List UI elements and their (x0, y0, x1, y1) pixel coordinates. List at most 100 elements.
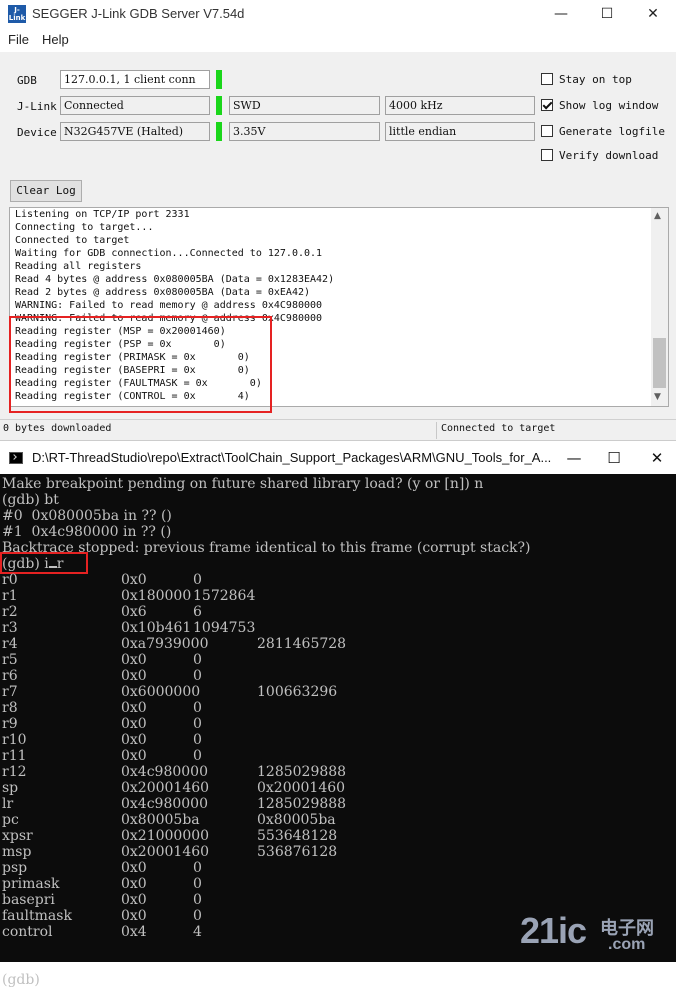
register-natural-value: 4 (193, 924, 202, 940)
watermark-big: 21ic (520, 910, 587, 951)
jlink-label: J-Link (17, 100, 57, 113)
generate-logfile-checkbox[interactable] (541, 125, 553, 137)
register-name: r10 (2, 732, 27, 748)
terminal-output[interactable]: Make breakpoint pending on future shared… (0, 474, 676, 988)
console-minimize-button[interactable]: — (554, 444, 594, 472)
jlink-app-icon: J-Link GDB (8, 5, 26, 30)
show-log-window-checkbox[interactable] (541, 99, 553, 111)
gdb-client-field: 127.0.0.1, 1 client conn (60, 70, 210, 89)
title-bar: J-Link GDB SEGGER J-Link GDB Server V7.5… (0, 0, 676, 30)
register-natural-value: 0 (193, 892, 202, 908)
register-hex-value: 0x0 (121, 908, 147, 924)
register-natural-value: 0 (193, 908, 202, 924)
register-name: sp (2, 780, 19, 796)
maximize-button[interactable]: ☐ (584, 0, 630, 28)
jlink-status-led (216, 96, 222, 115)
menu-file[interactable]: File (8, 32, 29, 47)
register-hex-value: 0x0 (121, 892, 147, 908)
device-field: N32G457VE (Halted) (60, 122, 210, 141)
console-maximize-button[interactable]: ☐ (594, 444, 634, 472)
voltage-field: 3.35V (229, 122, 380, 141)
register-name: psp (2, 860, 28, 876)
scroll-up-icon[interactable]: ▲ (654, 211, 661, 221)
gdb-server-window: J-Link GDB SEGGER J-Link GDB Server V7.5… (0, 0, 676, 441)
register-name: r8 (2, 700, 18, 716)
register-name: r3 (2, 620, 18, 636)
register-name: r4 (2, 636, 18, 652)
register-hex-value: 0x21000000 (121, 828, 210, 844)
interface-field: SWD (229, 96, 380, 115)
log-line: Reading all registers (15, 261, 142, 272)
register-hex-value: 0x180000 (121, 588, 192, 604)
console-title: D:\RT-ThreadStudio\repo\Extract\ToolChai… (32, 450, 552, 465)
register-name: control (2, 924, 53, 940)
clear-log-button[interactable]: Clear Log (10, 180, 82, 202)
register-hex-value: 0x4c980000 (121, 764, 208, 780)
register-natural-value: 0x80005ba (257, 812, 336, 828)
register-natural-value: 0 (193, 652, 202, 668)
register-name: r11 (2, 748, 27, 764)
gdb-console-window: D:\RT-ThreadStudio\repo\Extract\ToolChai… (0, 440, 676, 988)
scroll-down-icon[interactable]: ▼ (654, 392, 661, 402)
log-line: Listening on TCP/IP port 2331 (15, 209, 190, 220)
endian-field: little endian (385, 122, 535, 141)
register-name: r12 (2, 764, 27, 780)
terminal-line: Make breakpoint pending on future shared… (2, 476, 484, 492)
minimize-button[interactable]: — (538, 0, 584, 28)
register-hex-value: 0x0 (121, 652, 147, 668)
register-name: r5 (2, 652, 18, 668)
21ic-watermark-logo: 21ic 电子网 .com (520, 910, 670, 958)
register-natural-value: 0 (193, 700, 202, 716)
register-name: r9 (2, 716, 18, 732)
close-button[interactable]: ✕ (630, 0, 676, 28)
speed-field: 4000 kHz (385, 96, 535, 115)
show-log-window-label: Show log window (559, 99, 659, 112)
log-line: WARNING: Failed to read memory @ address… (15, 300, 323, 311)
register-hex-value: 0x0 (121, 748, 147, 764)
register-name: msp (2, 844, 32, 860)
log-line: Read 2 bytes @ address 0x080005BA (Data … (15, 287, 311, 298)
register-natural-value: 0 (193, 716, 202, 732)
register-natural-value: 6 (193, 604, 202, 620)
log-line: Connected to target (15, 235, 130, 246)
register-hex-value: 0x0 (121, 732, 147, 748)
register-natural-value: 1094753 (193, 620, 256, 636)
register-hex-value: 0x0 (121, 860, 147, 876)
log-scroll-thumb[interactable] (653, 338, 666, 388)
register-natural-value: 0 (193, 572, 202, 588)
console-title-bar: D:\RT-ThreadStudio\repo\Extract\ToolChai… (0, 440, 676, 474)
register-hex-value: 0x4c980000 (121, 796, 208, 812)
register-natural-value: 0x20001460 (257, 780, 346, 796)
menu-help[interactable]: Help (42, 32, 69, 47)
terminal-line: (gdb) bt (2, 492, 59, 508)
status-divider (436, 422, 437, 439)
register-hex-value: 0x0 (121, 700, 147, 716)
register-name: lr (2, 796, 14, 812)
stay-on-top-checkbox[interactable] (541, 73, 553, 85)
register-natural-value: 0 (193, 876, 202, 892)
highlight-box-command (0, 552, 88, 574)
console-close-button[interactable]: ✕ (637, 444, 676, 472)
log-scrollbar[interactable]: ▲ ▼ (651, 208, 668, 406)
register-hex-value: 0x20001460 (121, 844, 210, 860)
register-hex-value: 0x0 (121, 572, 147, 588)
watermark-domain: .com (608, 936, 646, 953)
register-name: basepri (2, 892, 55, 908)
menu-bar: File Help (0, 28, 676, 52)
register-name: pc (2, 812, 19, 828)
verify-download-checkbox[interactable] (541, 149, 553, 161)
register-natural-value: 100663296 (257, 684, 338, 700)
register-name: r7 (2, 684, 18, 700)
register-name: r6 (2, 668, 18, 684)
terminal-line: #0 0x080005ba in ?? () (2, 508, 172, 524)
gdb-label: GDB (17, 74, 37, 87)
download-status: 0 bytes downloaded (3, 423, 112, 434)
register-hex-value: 0xa7939000 (121, 636, 209, 652)
register-natural-value: 0 (193, 748, 202, 764)
register-natural-value: 1285029888 (257, 796, 347, 812)
connection-status: Connected to target (441, 423, 556, 434)
register-name: faultmask (2, 908, 72, 924)
register-natural-value: 0 (193, 732, 202, 748)
register-natural-value: 553648128 (257, 828, 338, 844)
register-name: xpsr (2, 828, 33, 844)
